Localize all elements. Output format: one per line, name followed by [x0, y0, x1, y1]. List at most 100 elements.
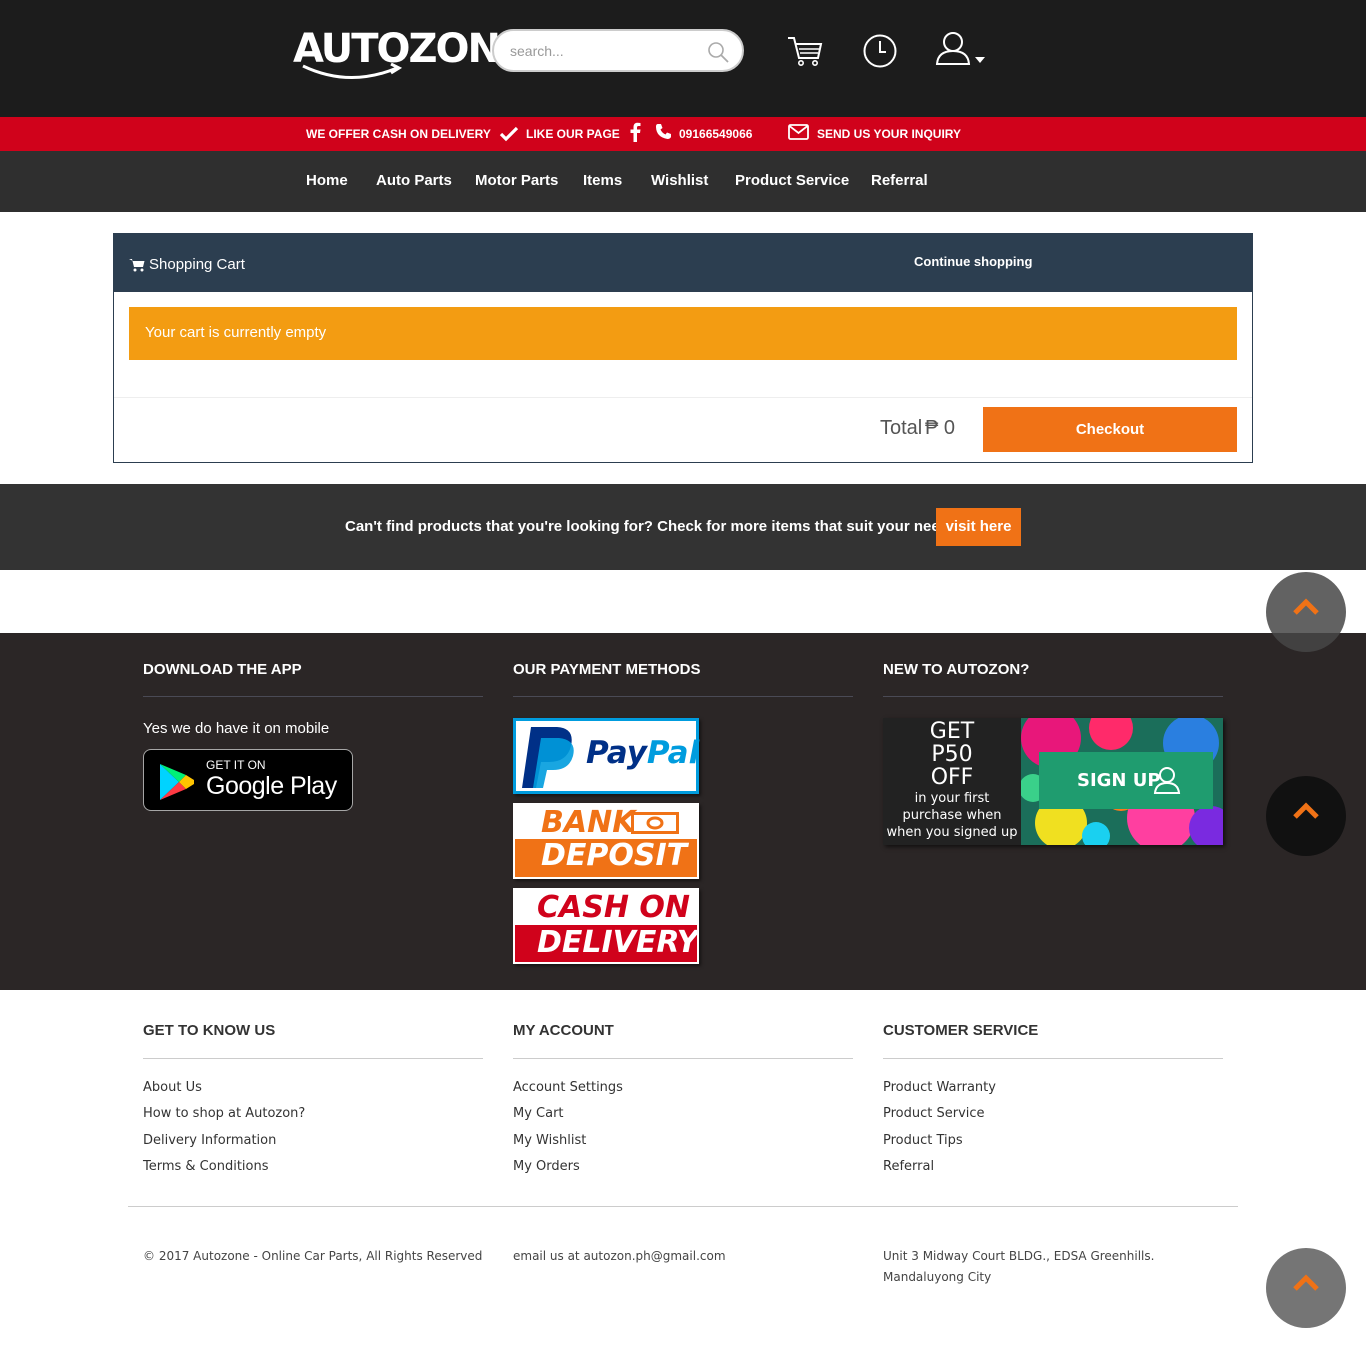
total-label: Total: [880, 417, 923, 439]
divider: [883, 696, 1223, 697]
inquiry-link[interactable]: SEND US YOUR INQUIRY: [788, 117, 961, 151]
empty-cart-alert: Your cart is currently empty: [129, 307, 1237, 360]
paypal-badge: PayPal: [513, 718, 699, 794]
divider: [513, 1058, 853, 1059]
facebook-icon[interactable]: [629, 122, 641, 142]
scroll-to-top-button[interactable]: [1266, 1248, 1346, 1328]
info-bar: WE OFFER CASH ON DELIVERY LIKE OUR PAGE …: [0, 117, 1366, 151]
nav-motor-parts[interactable]: Motor Parts: [475, 172, 558, 189]
like-page-text: LIKE OUR PAGE: [526, 127, 620, 141]
footer-link-delivery-info[interactable]: Delivery Information: [143, 1133, 276, 1148]
phone-number: 09166549066: [679, 127, 753, 141]
nav-referral[interactable]: Referral: [871, 172, 928, 189]
nav-auto-parts[interactable]: Auto Parts: [376, 172, 452, 189]
address: Unit 3 Midway Court BLDG., EDSA Greenhil…: [883, 1246, 1154, 1288]
copyright: © 2017 Autozone - Online Car Parts, All …: [143, 1249, 483, 1263]
footer-link-terms[interactable]: Terms & Conditions: [143, 1159, 269, 1174]
google-play-badge[interactable]: GET IT ON Google Play: [143, 749, 353, 811]
logo-swoosh-icon: [302, 62, 403, 80]
phone-icon: [656, 123, 671, 139]
promo-off: OFF: [930, 765, 974, 790]
phone-info[interactable]: 09166549066: [655, 117, 752, 151]
paypal-text-pal: Pal: [646, 735, 700, 771]
google-play-icon: [160, 764, 194, 800]
divider: [114, 397, 1252, 398]
scroll-to-top-button[interactable]: [1266, 776, 1346, 856]
promo-amount: P50: [931, 742, 973, 767]
delivery-text: DELIVERY: [537, 925, 699, 960]
cart-header: Shopping Cart Continue shopping: [114, 234, 1252, 292]
footer-link-product-tips[interactable]: Product Tips: [883, 1133, 963, 1148]
paypal-text-pay: Pay: [586, 735, 647, 771]
gplay-line2: Google Play: [206, 772, 337, 800]
cart-icon[interactable]: [785, 31, 825, 71]
main-nav: Home Auto Parts Motor Parts Items Wishli…: [0, 151, 1366, 212]
divider: [143, 696, 483, 697]
footer-link-my-cart[interactable]: My Cart: [513, 1106, 564, 1121]
footer-link-product-warranty[interactable]: Product Warranty: [883, 1080, 996, 1095]
chevron-up-icon: [1293, 1274, 1319, 1291]
cash-on-delivery-badge: CASH ON DELIVERY: [513, 888, 699, 964]
user-account-icon[interactable]: [934, 29, 988, 69]
promo-details: in your first purchase when when you sig…: [886, 791, 1018, 840]
cod-info: WE OFFER CASH ON DELIVERY: [306, 117, 519, 151]
bank-deposit-badge: BANK DEPOSIT: [513, 803, 699, 879]
footer-link-how-to-shop[interactable]: How to shop at Autozon?: [143, 1106, 305, 1121]
footer-link-product-service[interactable]: Product Service: [883, 1106, 985, 1121]
divider: [883, 1058, 1223, 1059]
scroll-to-top-button[interactable]: [1266, 572, 1346, 652]
deposit-text: DEPOSIT: [541, 838, 688, 873]
divider: [143, 1058, 483, 1059]
download-app-heading: DOWNLOAD THE APP: [143, 661, 302, 678]
like-page-link[interactable]: LIKE OUR PAGE: [526, 117, 641, 151]
footer-link-my-wishlist[interactable]: My Wishlist: [513, 1133, 586, 1148]
find-products-banner: Can't find products that you're looking …: [0, 484, 1366, 570]
shopping-cart-panel: Shopping Cart Continue shopping Your car…: [113, 233, 1253, 463]
footer-link-referral[interactable]: Referral: [883, 1159, 934, 1174]
cash-bill-icon: [631, 812, 679, 834]
paypal-text: PayPal: [586, 735, 699, 771]
address-line-2: Mandaluyong City: [883, 1270, 992, 1284]
inquiry-text: SEND US YOUR INQUIRY: [817, 127, 962, 141]
find-message: Can't find products that you're looking …: [345, 518, 962, 535]
get-to-know-us-heading: GET TO KNOW US: [143, 1022, 276, 1039]
chevron-up-icon: [1293, 802, 1319, 819]
sign-up-button[interactable]: SIGN UP: [1039, 752, 1213, 809]
app-subtitle: Yes we do have it on mobile: [143, 720, 330, 737]
envelope-icon: [788, 124, 809, 140]
cart-title: Shopping Cart: [149, 256, 245, 273]
address-line-1: Unit 3 Midway Court BLDG., EDSA Greenhil…: [883, 1249, 1155, 1263]
cart-mini-icon: [129, 259, 145, 272]
nav-home[interactable]: Home: [306, 172, 348, 189]
dark-footer: DOWNLOAD THE APP Yes we do have it on mo…: [0, 633, 1366, 990]
footer-link-my-orders[interactable]: My Orders: [513, 1159, 580, 1174]
signup-promo-banner: GET P50 OFF in your first purchase when …: [883, 718, 1223, 845]
visit-here-button[interactable]: visit here: [936, 508, 1021, 546]
payment-methods-heading: OUR PAYMENT METHODS: [513, 661, 701, 678]
nav-product-service[interactable]: Product Service: [735, 172, 849, 189]
search-input[interactable]: [510, 41, 700, 61]
bank-text: BANK: [541, 805, 636, 840]
divider: [128, 1206, 1238, 1207]
footer-link-about-us[interactable]: About Us: [143, 1080, 202, 1095]
total-amount: ₱ 0: [925, 417, 956, 439]
nav-wishlist[interactable]: Wishlist: [651, 172, 708, 189]
checkout-button[interactable]: Checkout: [983, 407, 1237, 452]
nav-items[interactable]: Items: [583, 172, 622, 189]
autozon-logo[interactable]: AUTOZON: [293, 24, 501, 84]
chevron-up-icon: [1293, 598, 1319, 615]
history-clock-icon[interactable]: [860, 31, 900, 71]
search-box: [492, 29, 744, 72]
paypal-logo-icon: [522, 727, 574, 788]
search-icon[interactable]: [706, 40, 730, 64]
cod-info-text: WE OFFER CASH ON DELIVERY: [306, 127, 491, 141]
footer-link-account-settings[interactable]: Account Settings: [513, 1080, 623, 1095]
divider: [513, 696, 853, 697]
continue-shopping-link[interactable]: Continue shopping: [914, 254, 1032, 269]
promo-headline: GET P50 OFF: [883, 720, 1021, 789]
top-header: AUTOZON: [0, 0, 1366, 117]
customer-service-heading: CUSTOMER SERVICE: [883, 1022, 1039, 1039]
gplay-line1: GET IT ON: [206, 758, 266, 772]
new-to-autozon-heading: NEW TO AUTOZON?: [883, 661, 1030, 678]
my-account-heading: MY ACCOUNT: [513, 1022, 614, 1039]
